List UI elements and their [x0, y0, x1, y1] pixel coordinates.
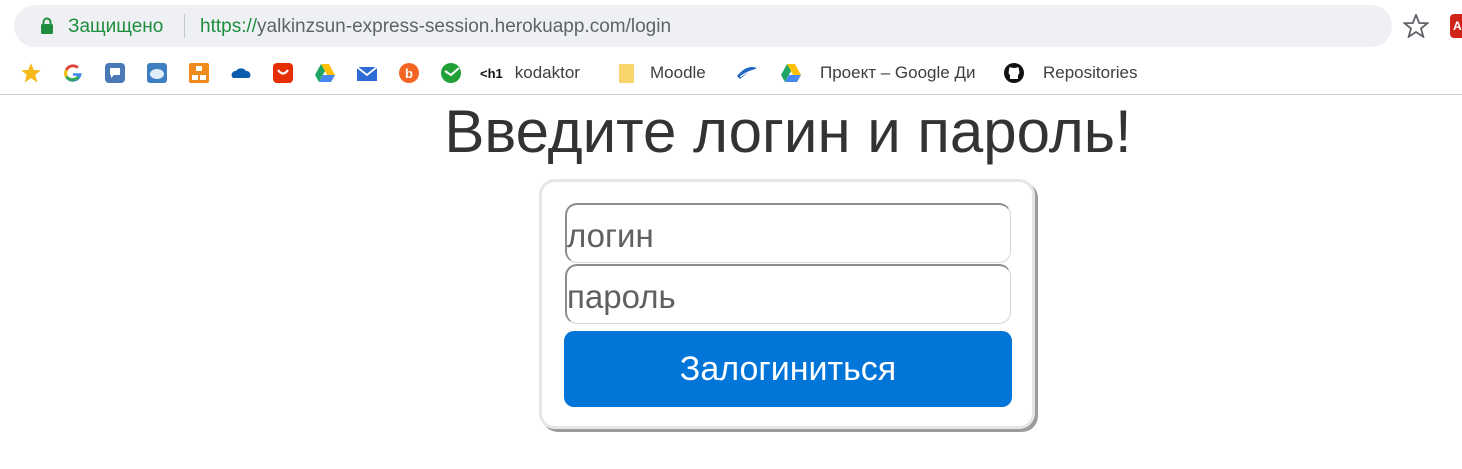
sberbank-icon	[441, 63, 461, 83]
google-drive-icon	[781, 64, 801, 82]
folder-icon	[619, 64, 634, 83]
bookmark-cloud[interactable]	[146, 58, 168, 88]
bookmark-label: Repositories	[1043, 63, 1138, 82]
bookmark-project[interactable]: Проект – Google Ди	[780, 58, 975, 88]
page-title: Введите логин и пароль!	[444, 98, 1132, 165]
bookmark-diagram[interactable]	[188, 58, 210, 88]
bookmark-drive[interactable]	[314, 58, 336, 88]
diagram-icon	[189, 63, 209, 83]
bookmark-onedrive[interactable]	[230, 58, 252, 88]
bookmark-kodaktor[interactable]: <h1 kodaktor	[480, 58, 580, 88]
bookmark-label: Moodle	[650, 63, 706, 82]
bookmarks-bar: b <h1 kodaktor Moodle Проект – Google Ди…	[0, 58, 1462, 88]
bookmark-repositories[interactable]: Repositories	[1003, 58, 1138, 88]
secure-label[interactable]: Защищено	[68, 16, 163, 38]
lock-icon	[41, 17, 53, 34]
extension-icon[interactable]: A	[1450, 14, 1462, 38]
h1-icon: <h1	[480, 65, 503, 81]
login-form: Залогиниться	[539, 179, 1035, 429]
blogger-icon: b	[399, 63, 419, 83]
bookmark-moodle[interactable]: Moodle	[616, 58, 706, 88]
chat-icon	[105, 63, 125, 83]
url-scheme: https://	[200, 16, 258, 37]
svg-text:b: b	[405, 66, 413, 81]
bookmark-label: Проект – Google Ди	[820, 63, 976, 82]
google-drive-icon	[315, 64, 335, 82]
bookmark-label: kodaktor	[514, 63, 580, 82]
address-divider	[184, 14, 185, 38]
login-input[interactable]	[565, 203, 1011, 263]
password-input[interactable]	[565, 264, 1011, 324]
address-bar[interactable]: Защищено https://yalkinzsun-express-sess…	[14, 5, 1392, 47]
bookmark-mail[interactable]	[356, 58, 378, 88]
bookmark-chat[interactable]	[104, 58, 126, 88]
browser-chrome: Защищено https://yalkinzsun-express-sess…	[0, 0, 1462, 95]
cloud-icon	[147, 63, 167, 83]
aliexpress-icon	[273, 63, 293, 83]
bookmark-blogger[interactable]: b	[398, 58, 420, 88]
mail-icon	[356, 66, 378, 81]
github-icon	[1004, 63, 1024, 83]
url-host-path: yalkinzsun-express-session.herokuapp.com…	[257, 16, 672, 37]
bookmark-moodle-hat[interactable]	[736, 58, 758, 88]
bookmark-google[interactable]	[62, 58, 84, 88]
url-text[interactable]: https://yalkinzsun-express-session.herok…	[200, 16, 671, 38]
bookmark-star[interactable]	[20, 58, 42, 88]
onedrive-icon	[231, 68, 251, 78]
bookmark-star-icon[interactable]	[1403, 14, 1429, 38]
bookmark-sberbank[interactable]	[440, 58, 462, 88]
login-button[interactable]: Залогиниться	[564, 331, 1012, 407]
moodle-hat-icon	[737, 67, 757, 79]
bookmark-aliexpress[interactable]	[272, 58, 294, 88]
star-bookmark-icon	[21, 63, 41, 83]
google-icon	[64, 64, 82, 82]
